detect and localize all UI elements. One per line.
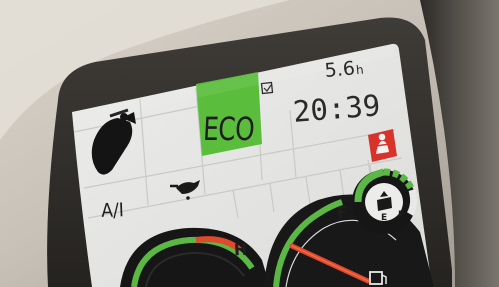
coolant-hot-marker: H: [233, 239, 248, 260]
eco-mode-label: ECO: [202, 110, 256, 148]
fuel-full-marker: F: [336, 202, 349, 223]
hour-meter: 5.6h: [323, 57, 365, 82]
hour-meter-value: 5.6: [323, 57, 356, 82]
def-full-marker: F: [398, 210, 405, 220]
hour-meter-unit: h: [355, 62, 365, 78]
def-empty-marker: E: [381, 213, 388, 223]
clock-display: 20:39: [291, 88, 382, 129]
work-mode-label: A/I: [100, 199, 125, 222]
excavator-monitor-photo: ECO 5.6h 20:39 A/I H F E F: [0, 0, 499, 287]
